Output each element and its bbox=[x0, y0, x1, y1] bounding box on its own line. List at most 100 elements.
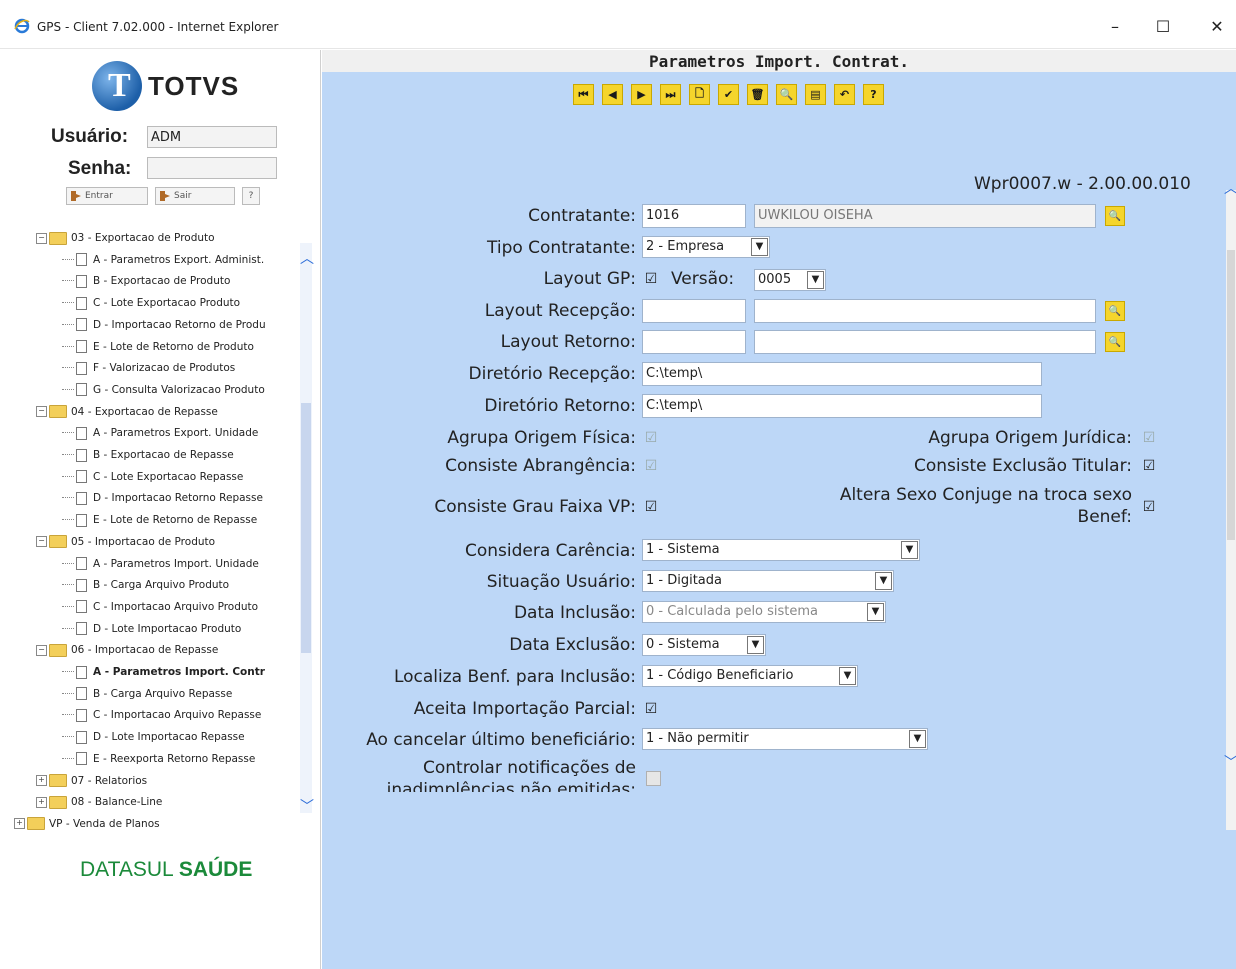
tree-folder[interactable]: +07 - Relatorios bbox=[36, 773, 147, 789]
previous-record-icon[interactable]: ◀ bbox=[602, 84, 623, 105]
tree-item[interactable]: C - Lote Exportacao Repasse bbox=[62, 469, 243, 485]
layout-retorno-code-input[interactable] bbox=[642, 330, 746, 354]
controlar-checkbox[interactable] bbox=[646, 771, 661, 786]
expander-icon[interactable]: − bbox=[36, 644, 47, 656]
tree-item[interactable]: A - Parametros Import. Unidade bbox=[62, 556, 259, 572]
tree-item[interactable]: D - Lote Importacao Produto bbox=[62, 621, 241, 637]
tree-label: E - Lote de Retorno de Repasse bbox=[93, 514, 258, 527]
layout-retorno-search-icon[interactable]: 🔍 bbox=[1105, 332, 1125, 352]
expander-icon[interactable]: − bbox=[36, 536, 47, 548]
main-scrollbar-thumb[interactable] bbox=[1227, 250, 1235, 540]
folder-icon bbox=[49, 643, 67, 657]
help-icon[interactable]: ? bbox=[863, 84, 884, 105]
tree-item[interactable]: B - Exportacao de Repasse bbox=[62, 447, 234, 463]
tree-item[interactable]: E - Lote de Retorno de Repasse bbox=[62, 512, 257, 528]
tree-item[interactable]: G - Consulta Valorizacao Produto bbox=[62, 382, 265, 398]
versao-select[interactable]: 0005 ▼ bbox=[754, 269, 826, 291]
undo-icon[interactable]: ↶ bbox=[834, 84, 855, 105]
save-icon[interactable]: ✔ bbox=[718, 84, 739, 105]
user-input[interactable]: ADM bbox=[147, 126, 277, 148]
next-record-icon[interactable]: ▶ bbox=[631, 84, 652, 105]
program-version: Wpr0007.w - 2.00.00.010 bbox=[974, 174, 1191, 194]
contratante-search-icon[interactable]: 🔍 bbox=[1105, 206, 1125, 226]
chevron-down-icon[interactable]: ﹀ bbox=[300, 796, 314, 816]
tree-item[interactable]: A - Parametros Export. Unidade bbox=[62, 425, 258, 441]
consiste-exclusao-checkbox[interactable]: ☑ bbox=[1142, 459, 1156, 473]
contratante-code-input[interactable]: 1016 bbox=[642, 204, 746, 228]
consiste-grau-checkbox[interactable]: ☑ bbox=[644, 500, 658, 514]
expander-icon[interactable]: + bbox=[36, 775, 47, 786]
contratante-name-input[interactable]: UWKILOU OISEHA bbox=[754, 204, 1096, 228]
diretorio-retorno-input[interactable]: C:\temp\ bbox=[642, 394, 1042, 418]
new-record-icon[interactable]: 🗋 bbox=[689, 84, 710, 105]
password-input[interactable] bbox=[147, 157, 277, 179]
expander-icon[interactable]: + bbox=[36, 796, 47, 808]
layout-recepcao-search-icon[interactable]: 🔍 bbox=[1105, 301, 1125, 321]
first-record-icon[interactable]: ⏮ bbox=[573, 84, 594, 105]
tree-item[interactable]: B - Carga Arquivo Produto bbox=[62, 577, 229, 593]
data-exclusao-select[interactable]: 0 - Sistema ▼ bbox=[642, 634, 766, 656]
chevron-down-icon: ▼ bbox=[807, 271, 824, 289]
scroll-down-icon[interactable]: ﹀ bbox=[1224, 752, 1236, 772]
scroll-up-icon[interactable]: ︿ bbox=[1224, 178, 1236, 198]
agrupa-juridica-checkbox[interactable]: ☑ bbox=[1142, 431, 1156, 445]
expander-icon[interactable]: − bbox=[36, 406, 47, 418]
diretorio-recepcao-input[interactable]: C:\temp\ bbox=[642, 362, 1042, 386]
delete-icon[interactable]: 🗑 bbox=[747, 84, 768, 105]
tree-item[interactable]: D - Importacao Retorno de Produ bbox=[62, 317, 266, 333]
localiza-benf-select[interactable]: 1 - Código Beneficiario ▼ bbox=[642, 665, 858, 687]
tree-item[interactable]: F - Valorizacao de Produtos bbox=[62, 360, 235, 376]
altera-sexo-checkbox[interactable]: ☑ bbox=[1142, 500, 1156, 514]
maximize-button[interactable]: ☐ bbox=[1148, 12, 1178, 40]
tree-item[interactable]: A - Parametros Export. Administ. bbox=[62, 252, 264, 268]
last-record-icon[interactable]: ⏭ bbox=[660, 84, 681, 105]
tree-item[interactable]: A - Parametros Import. Contr bbox=[62, 664, 265, 680]
tree-folder[interactable]: − 03 - Exportacao de Produto bbox=[36, 230, 215, 246]
close-button[interactable]: ✕ bbox=[1202, 12, 1232, 40]
agrupa-fisica-checkbox[interactable]: ☑ bbox=[644, 431, 658, 445]
tree-item[interactable]: E - Reexporta Retorno Repasse bbox=[62, 751, 255, 767]
chevron-up-icon[interactable]: ︿ bbox=[300, 248, 314, 268]
tree-label: C - Lote Exportacao Produto bbox=[93, 297, 241, 310]
tree-item[interactable]: C - Importacao Arquivo Produto bbox=[62, 599, 258, 615]
considera-carencia-select[interactable]: 1 - Sistema ▼ bbox=[642, 539, 920, 561]
layout-recepcao-code-input[interactable] bbox=[642, 299, 746, 323]
layout-recepcao-desc-input[interactable] bbox=[754, 299, 1096, 323]
situacao-usuario-select[interactable]: 1 - Digitada ▼ bbox=[642, 570, 894, 592]
expander-icon[interactable]: + bbox=[14, 818, 25, 830]
tree-folder[interactable]: +08 - Balance-Line bbox=[36, 794, 162, 810]
tree-item[interactable]: C - Lote Exportacao Produto bbox=[62, 295, 240, 311]
ao-cancelar-select[interactable]: 1 - Não permitir ▼ bbox=[642, 728, 928, 750]
search-icon[interactable]: 🔍 bbox=[776, 84, 797, 105]
tree-folder[interactable]: + VP - Venda de Planos bbox=[14, 816, 160, 832]
exit-button[interactable]: Sair bbox=[155, 187, 235, 205]
data-inclusao-select[interactable]: 0 - Calculada pelo sistema ▼ bbox=[642, 601, 886, 623]
tree-connector bbox=[62, 497, 74, 499]
expander-icon[interactable]: − bbox=[36, 232, 47, 244]
tree-connector bbox=[62, 432, 74, 434]
tree-item[interactable]: C - Importacao Arquivo Repasse bbox=[62, 707, 261, 723]
tree-folder[interactable]: − 06 - Importacao de Repasse bbox=[36, 642, 218, 658]
tree-folder[interactable]: − 04 - Exportacao de Repasse bbox=[36, 404, 218, 420]
layout-retorno-desc-input[interactable] bbox=[754, 330, 1096, 354]
tree-item[interactable]: E - Lote de Retorno de Produto bbox=[62, 339, 254, 355]
aceita-parcial-checkbox[interactable]: ☑ bbox=[644, 702, 658, 716]
layout-gp-checkbox[interactable]: ☑ bbox=[644, 272, 658, 286]
enter-button[interactable]: Entrar bbox=[66, 187, 148, 205]
minimize-button[interactable]: – bbox=[1100, 12, 1130, 40]
tree-scrollbar[interactable] bbox=[300, 243, 312, 813]
consiste-abrangencia-checkbox[interactable]: ☑ bbox=[644, 459, 658, 473]
tree-item[interactable]: D - Importacao Retorno Repasse bbox=[62, 490, 263, 506]
altera-sexo-label-line2: Benef: bbox=[1077, 507, 1132, 527]
help-button[interactable]: ? bbox=[242, 187, 260, 205]
tree-item[interactable]: D - Lote Importacao Repasse bbox=[62, 729, 245, 745]
page-title: Parametros Import. Contrat. bbox=[648, 52, 910, 71]
tipo-contratante-select[interactable]: 2 - Empresa ▼ bbox=[642, 236, 770, 258]
list-icon[interactable]: ▤ bbox=[805, 84, 826, 105]
tree-label: E - Reexporta Retorno Repasse bbox=[93, 752, 256, 765]
main-scrollbar[interactable] bbox=[1226, 190, 1236, 830]
tree-item[interactable]: B - Exportacao de Produto bbox=[62, 273, 230, 289]
tree-folder[interactable]: − 05 - Importacao de Produto bbox=[36, 534, 215, 550]
tree-scrollbar-thumb[interactable] bbox=[301, 403, 311, 653]
tree-item[interactable]: B - Carga Arquivo Repasse bbox=[62, 686, 232, 702]
